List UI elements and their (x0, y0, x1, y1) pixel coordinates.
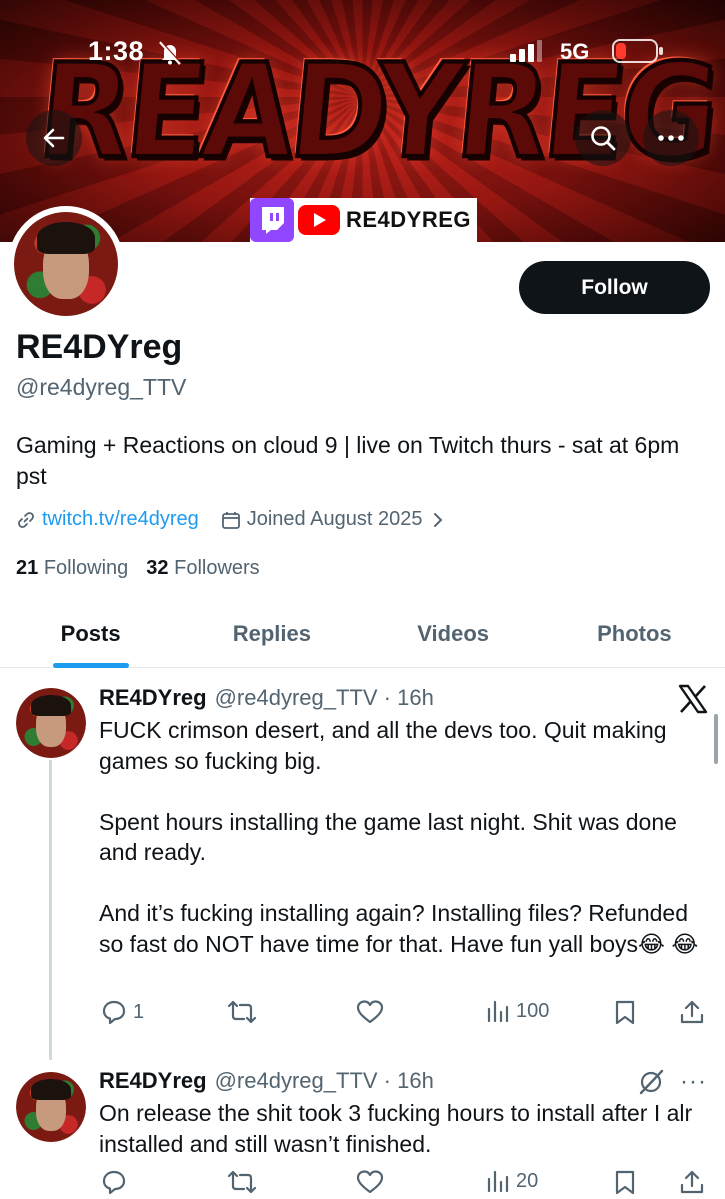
tab-photos[interactable]: Photos (544, 600, 725, 667)
post-author-name[interactable]: RE4DYreg (99, 685, 207, 711)
post-author-name[interactable]: RE4DYreg (99, 1068, 207, 1094)
profile-tabs: Posts Replies Videos Photos (0, 600, 725, 668)
post-header: RE4DYreg @re4dyreg_TTV · 16h (99, 685, 434, 711)
follow-counts: 21 Following 32 Followers (16, 557, 260, 580)
chevron-right-icon[interactable] (432, 512, 444, 528)
bookmark-icon (615, 1170, 635, 1195)
profile-handle: @re4dyreg_TTV (16, 374, 187, 400)
reply-count: 1 (133, 1000, 145, 1023)
like-button[interactable] (356, 999, 384, 1025)
views-button[interactable]: 20 (486, 1169, 538, 1193)
reply-button[interactable]: 1 (101, 999, 144, 1025)
link-icon (18, 511, 34, 528)
heart-icon (356, 1170, 384, 1194)
twitch-icon (250, 198, 294, 242)
share-button[interactable] (679, 1169, 705, 1195)
more-button[interactable] (643, 110, 699, 166)
post-handle-time[interactable]: @re4dyreg_TTV · 16h (215, 1068, 434, 1094)
bookmark-button[interactable] (614, 999, 636, 1025)
share-button[interactable] (679, 999, 705, 1025)
views-count: 100 (516, 999, 550, 1022)
bookmark-button[interactable] (614, 1169, 636, 1195)
reply-button[interactable] (101, 1169, 133, 1195)
post-header: RE4DYreg @re4dyreg_TTV · 16h (99, 1068, 434, 1094)
profile-bio: Gaming + Reactions on cloud 9 | live on … (16, 432, 680, 489)
like-button[interactable] (356, 1169, 384, 1195)
status-time: 1:38 (88, 36, 145, 66)
status-bar: 1:38 5G (0, 30, 725, 70)
battery-icon (612, 39, 663, 63)
tab-posts[interactable]: Posts (0, 600, 181, 667)
views-count: 20 (516, 1169, 539, 1192)
back-button[interactable] (26, 110, 82, 166)
back-arrow-icon (43, 128, 65, 148)
views-icon (487, 1170, 509, 1193)
tab-replies[interactable]: Replies (181, 600, 362, 667)
post-avatar[interactable] (16, 1072, 86, 1142)
reply-icon (102, 1000, 126, 1025)
post-handle-time[interactable]: @re4dyreg_TTV · 16h (215, 685, 434, 711)
views-icon (487, 1000, 509, 1023)
post-avatar[interactable] (16, 688, 86, 758)
post-more-icon[interactable]: ··· (680, 1068, 707, 1096)
tab-videos[interactable]: Videos (363, 600, 544, 667)
views-button[interactable]: 100 (486, 999, 549, 1023)
scrollbar[interactable] (714, 714, 718, 764)
youtube-icon (294, 198, 344, 242)
reply-icon (102, 1170, 126, 1195)
repost-button[interactable] (227, 999, 257, 1025)
profile-link[interactable]: twitch.tv/re4dyreg (42, 508, 199, 531)
grok-icon[interactable] (637, 1068, 665, 1096)
follow-button[interactable]: Follow (519, 261, 710, 314)
profile-avatar[interactable] (8, 206, 124, 322)
post-text: FUCK crimson desert, and all the devs to… (99, 717, 699, 957)
calendar-icon (221, 511, 240, 529)
profile-meta: twitch.tv/re4dyreg Joined August 2025 (16, 508, 444, 531)
followers-link[interactable]: 32 Followers (146, 557, 259, 580)
stream-badge-text: RE4DYREG (346, 207, 472, 232)
profile-display-name: RE4DYreg (16, 328, 183, 366)
network-label: 5G (560, 39, 590, 64)
repost-button[interactable] (227, 1169, 257, 1195)
search-button[interactable] (575, 110, 631, 166)
following-link[interactable]: 21 Following (16, 557, 128, 580)
bell-muted-icon (159, 40, 182, 65)
thread-line (49, 760, 52, 1060)
post-text: On release the shit took 3 fucking hours… (99, 1100, 699, 1157)
profile-banner[interactable]: READYREG 1:38 5G RE4DYREG (0, 0, 725, 242)
search-icon (591, 126, 616, 151)
post-actions: 20 (99, 1169, 711, 1199)
repost-icon (227, 1000, 257, 1024)
post-actions: 1 100 (99, 999, 711, 1029)
joined-date[interactable]: Joined August 2025 (247, 508, 423, 531)
share-icon (680, 1170, 704, 1194)
signal-icon (510, 40, 542, 62)
stream-badge: RE4DYREG (250, 198, 478, 242)
share-icon (680, 1000, 704, 1024)
heart-icon (356, 1000, 384, 1024)
repost-icon (227, 1170, 257, 1194)
more-icon (658, 135, 684, 141)
avatar-image (14, 212, 118, 316)
bookmark-icon (615, 1000, 635, 1025)
x-logo-icon (678, 684, 708, 714)
